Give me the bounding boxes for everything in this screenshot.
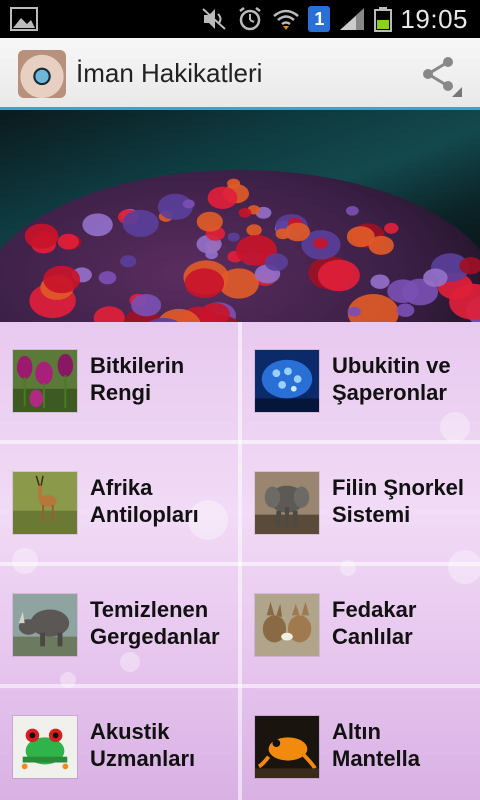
app-eye-icon[interactable] (18, 50, 66, 98)
hero-sphere (120, 255, 137, 268)
tile-temizlenen-gergedanlar[interactable]: Temizlenen Gergedanlar (0, 566, 238, 684)
tile-akustik-uzmanlari[interactable]: Akustik Uzmanları (0, 688, 238, 800)
tile-label: Afrika Antilopları (90, 475, 199, 527)
hero-sphere (98, 271, 117, 285)
hero-sphere (246, 224, 262, 236)
clock: 19:05 (400, 3, 468, 34)
hero-sphere (57, 233, 79, 250)
gallery-icon (10, 7, 38, 31)
status-bar: 1 19:05 (0, 0, 480, 38)
hero-sphere (370, 274, 390, 289)
tile-filin-snorkel-sistemi[interactable]: Filin Şnorkel Sistemi (242, 444, 480, 562)
hero-sphere (396, 303, 415, 317)
topic-grid: Bitkilerin Rengi Ubukitin ve Şaperonlar … (0, 322, 480, 800)
hero-sphere (264, 253, 288, 271)
hero-spheres (24, 178, 480, 322)
hero-sphere (205, 249, 218, 260)
golden-frog-thumbnail (254, 715, 320, 779)
antelope-thumbnail (12, 471, 78, 535)
hero-sphere (387, 279, 419, 303)
hero-sphere (82, 213, 113, 237)
tile-label: Temizlenen Gergedanlar (90, 597, 220, 649)
hero-sphere (285, 222, 310, 242)
tile-label: Altın Mantella (332, 719, 421, 771)
page-title: İman Hakikatleri (76, 58, 263, 88)
jackals-thumbnail (254, 593, 320, 657)
hero-banner-image (0, 110, 480, 322)
tile-bitkilerin-rengi[interactable]: Bitkilerin Rengi (0, 322, 238, 440)
tree-frog-thumbnail (12, 715, 78, 779)
tile-altin-mantella[interactable]: Altın Mantella (242, 688, 480, 800)
hero-sphere (207, 186, 238, 209)
tile-label: Fedakar Canlılar (332, 597, 417, 649)
alarm-icon (239, 7, 262, 31)
hero-sphere (131, 294, 162, 317)
battery-icon (374, 7, 393, 32)
tile-afrika-antiloplari[interactable]: Afrika Antilopları (0, 444, 238, 562)
tile-label: Filin Şnorkel Sistemi (332, 475, 465, 527)
hero-sphere (24, 223, 59, 249)
overflow-indicator-icon (452, 87, 462, 97)
hero-sphere (122, 209, 159, 237)
notification-badge: 1 (308, 6, 331, 32)
molecule-thumbnail (254, 349, 320, 413)
hero-sphere (384, 222, 399, 234)
hero-sphere (196, 211, 223, 232)
tile-label: Bitkilerin Rengi (90, 353, 185, 405)
wifi-icon (273, 9, 300, 30)
status-icons: 1 19:05 (200, 0, 468, 38)
hero-sphere (346, 226, 375, 248)
elephant-thumbnail (254, 471, 320, 535)
signal-icon (340, 8, 365, 30)
hero-sphere (238, 208, 252, 218)
tile-label: Ubukitin ve Şaperonlar (332, 353, 451, 405)
hero-sphere (346, 206, 359, 216)
hero-sphere (43, 265, 81, 294)
hero-sphere (313, 237, 328, 249)
tile-fedakar-canlilar[interactable]: Fedakar Canlılar (242, 566, 480, 684)
hero-sphere (182, 199, 195, 209)
hero-sphere (227, 232, 240, 242)
hero-sphere (317, 259, 360, 292)
tile-ubukitin-ve-saperonlar[interactable]: Ubukitin ve Şaperonlar (242, 322, 480, 440)
tulips-thumbnail (12, 349, 78, 413)
hero-sphere (347, 306, 361, 317)
rhino-thumbnail (12, 593, 78, 657)
action-bar: İman Hakikatleri (0, 38, 480, 110)
hero-sphere (93, 306, 125, 322)
hero-sphere (423, 268, 448, 287)
mute-icon (202, 8, 227, 30)
hero-sphere (184, 268, 225, 298)
tile-label: Akustik Uzmanları (90, 719, 196, 771)
